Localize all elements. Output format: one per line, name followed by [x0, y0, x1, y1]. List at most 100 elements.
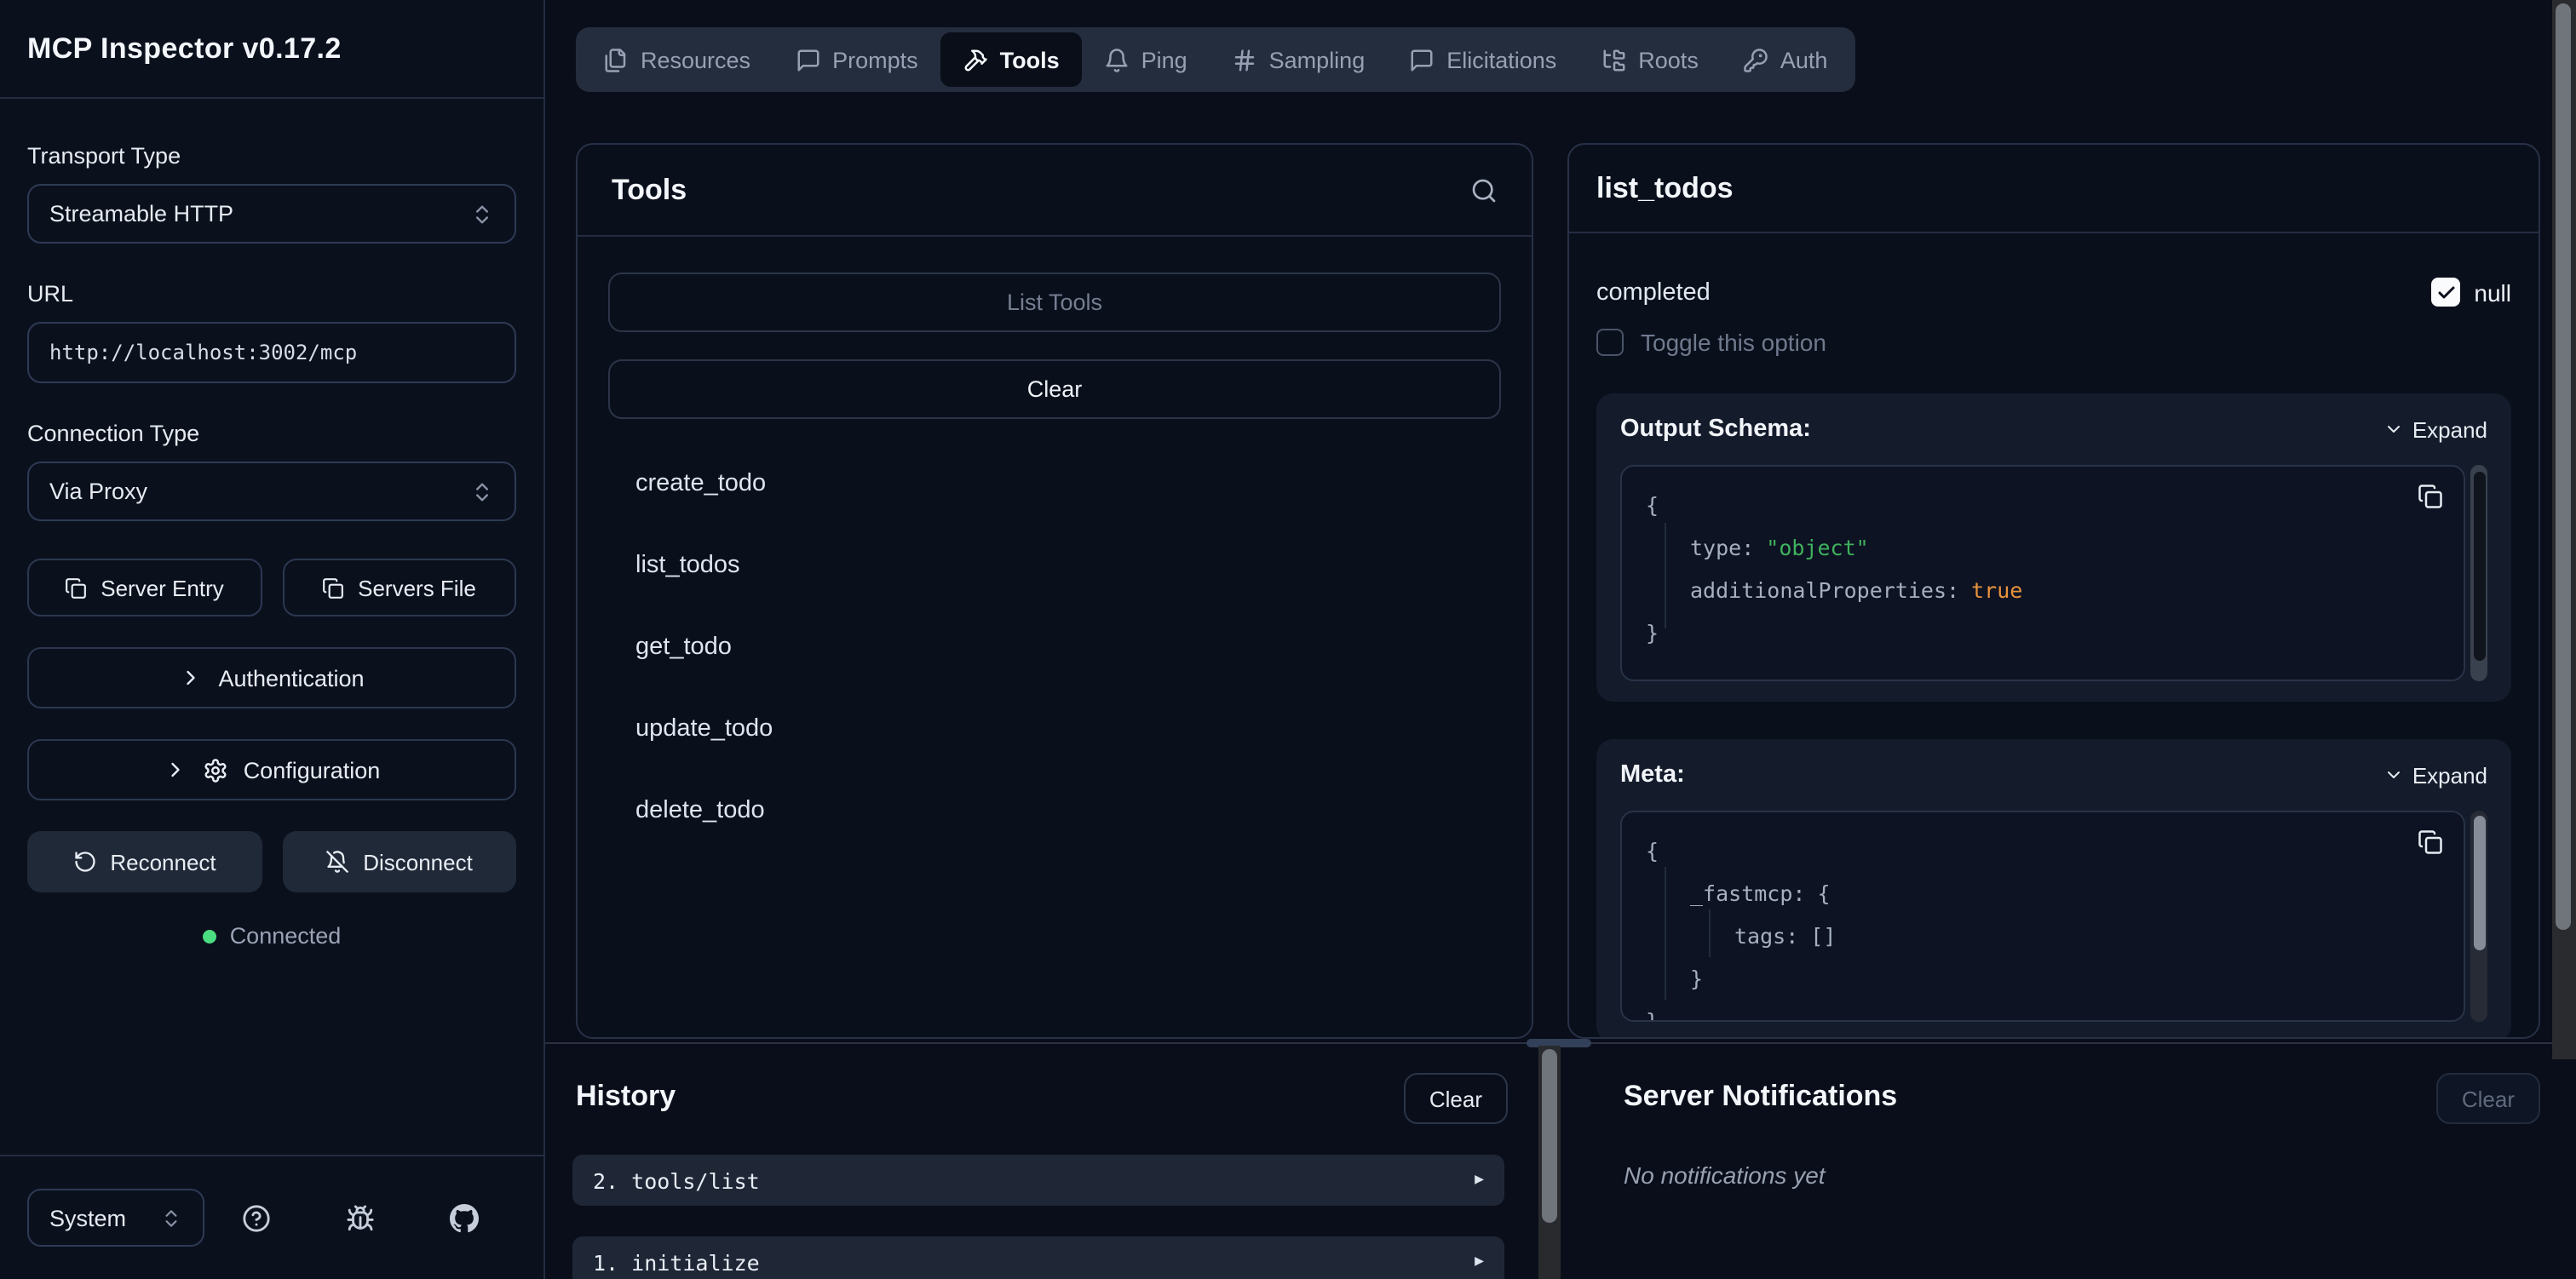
tool-list-item[interactable]: create_todo [608, 443, 1501, 525]
server-entry-button[interactable]: Server Entry [27, 559, 262, 617]
tab-label: Prompts [832, 47, 918, 72]
clear-tools-button[interactable]: Clear [608, 359, 1501, 419]
tool-detail-body: completed null Toggle this option [1569, 233, 2539, 1039]
list-tools-button[interactable]: List Tools [608, 272, 1501, 332]
history-item-label: 2. tools/list [593, 1167, 760, 1193]
tab-ping[interactable]: Ping [1082, 32, 1210, 87]
tab-tools[interactable]: Tools [940, 32, 1082, 87]
code-line: _fastmcp:{ [1646, 872, 2440, 915]
notifications-panel: Server Notifications Clear No notificati… [1590, 1042, 2576, 1279]
tool-name: get_todo [635, 634, 732, 661]
sidebar-footer: System [0, 1155, 543, 1279]
code-line: additionalProperties:true [1646, 569, 2440, 611]
clear-notifications-button: Clear [2436, 1073, 2540, 1124]
disconnect-button[interactable]: Disconnect [282, 831, 516, 892]
scrollbar-thumb[interactable] [2473, 472, 2485, 661]
tab-label: Auth [1780, 47, 1828, 72]
tab-label: Sampling [1269, 47, 1366, 72]
transport-type-value: Streamable HTTP [49, 201, 233, 227]
page-scrollbar[interactable] [2552, 0, 2576, 1059]
chevrons-up-down-icon [470, 202, 494, 226]
code-line: } [1646, 957, 2440, 1000]
scrollbar-thumb[interactable] [2556, 3, 2571, 930]
history-panel: History Clear 2. tools/list ▶ 1. initial… [545, 1042, 1561, 1279]
chevron-right-icon [179, 666, 203, 690]
connection-buttons-row: Reconnect Disconnect [27, 831, 516, 892]
output-schema-header: Output Schema: Expand [1620, 414, 2487, 444]
tab-label: Roots [1638, 47, 1699, 72]
github-icon[interactable] [450, 1203, 479, 1232]
chevrons-up-down-icon [470, 479, 494, 503]
meta-title: Meta: [1620, 761, 1685, 789]
clear-tools-label: Clear [1027, 376, 1083, 402]
chevron-down-icon [2383, 419, 2404, 439]
theme-value: System [49, 1205, 126, 1230]
history-scrollbar[interactable] [1538, 1046, 1561, 1279]
tab-resources[interactable]: Resources [581, 32, 773, 87]
toggle-checkbox-unchecked[interactable] [1596, 329, 1624, 356]
null-checkbox-checked[interactable] [2431, 278, 2460, 307]
tab-label: Resources [641, 47, 750, 72]
copy-icon[interactable] [2418, 829, 2443, 855]
copy-buttons-row: Server Entry Servers File [27, 559, 516, 617]
folder-tree-icon [1601, 47, 1626, 72]
servers-file-button[interactable]: Servers File [282, 559, 516, 617]
reconnect-button[interactable]: Reconnect [27, 831, 262, 892]
sidebar: MCP Inspector v0.17.2 Transport Type Str… [0, 0, 545, 1279]
tool-list-item[interactable]: delete_todo [608, 770, 1501, 852]
output-schema-code: { type:"object" additionalProperties:tru… [1620, 465, 2465, 681]
history-item-label: 1. initialize [593, 1249, 760, 1275]
status-dot [203, 929, 216, 943]
scrollbar-thumb[interactable] [2473, 816, 2485, 951]
history-item[interactable]: 1. initialize ▶ [572, 1236, 1504, 1279]
tab-sampling[interactable]: Sampling [1210, 32, 1388, 87]
expand-label: Expand [2412, 416, 2487, 442]
output-schema-scrollbar[interactable] [2470, 465, 2487, 681]
param-name: completed [1596, 278, 1711, 306]
transport-type-group: Transport Type Streamable HTTP [27, 143, 516, 244]
tool-list-item[interactable]: list_todos [608, 525, 1501, 606]
history-item[interactable]: 2. tools/list ▶ [572, 1155, 1504, 1206]
message-square-icon [1409, 47, 1435, 72]
tab-label: Elicitations [1446, 47, 1556, 72]
tool-list-item[interactable]: get_todo [608, 606, 1501, 688]
meta-expand-button[interactable]: Expand [2383, 762, 2487, 788]
url-input[interactable]: http://localhost:3002/mcp [27, 322, 516, 383]
tab-prompts[interactable]: Prompts [773, 32, 940, 87]
authentication-button[interactable]: Authentication [27, 647, 516, 708]
sidebar-header: MCP Inspector v0.17.2 [0, 0, 543, 99]
tools-panel-body: List Tools Clear create_todo list_todos … [578, 237, 1532, 852]
transport-type-select[interactable]: Streamable HTTP [27, 184, 516, 244]
meta-section: Meta: Expand { _fastmcp:{ tags:[] [1596, 739, 2511, 1039]
server-entry-label: Server Entry [101, 575, 224, 600]
bug-icon[interactable] [346, 1203, 375, 1232]
connection-type-select[interactable]: Via Proxy [27, 462, 516, 521]
tool-name: delete_todo [635, 797, 765, 824]
code-line: type:"object" [1646, 526, 2440, 569]
meta-scrollbar[interactable] [2470, 811, 2487, 1022]
output-schema-expand-button[interactable]: Expand [2383, 416, 2487, 442]
configuration-button[interactable]: Configuration [27, 739, 516, 800]
scrollbar-thumb[interactable] [1542, 1049, 1557, 1223]
bell-off-icon [325, 850, 349, 874]
clear-history-button[interactable]: Clear [1404, 1073, 1508, 1124]
tool-list-item[interactable]: update_todo [608, 688, 1501, 770]
notifications-empty-message: No notifications yet [1624, 1161, 1826, 1189]
tool-list: create_todo list_todos get_todo update_t… [608, 443, 1501, 852]
tab-auth[interactable]: Auth [1721, 32, 1850, 87]
tab-bar: Resources Prompts Tools Ping Sampling El… [576, 27, 1854, 92]
copy-icon [322, 576, 344, 599]
status-text: Connected [230, 923, 342, 949]
footer-icons [204, 1203, 516, 1232]
tab-roots[interactable]: Roots [1578, 32, 1721, 87]
tool-name: update_todo [635, 715, 773, 743]
meta-header: Meta: Expand [1620, 760, 2487, 790]
search-icon[interactable] [1470, 176, 1498, 204]
help-icon[interactable] [242, 1203, 271, 1232]
tab-elicitations[interactable]: Elicitations [1387, 32, 1578, 87]
copy-icon[interactable] [2418, 484, 2443, 509]
theme-select[interactable]: System [27, 1189, 204, 1247]
disconnect-label: Disconnect [363, 849, 473, 875]
configuration-label: Configuration [244, 757, 381, 783]
list-tools-label: List Tools [1007, 290, 1102, 315]
